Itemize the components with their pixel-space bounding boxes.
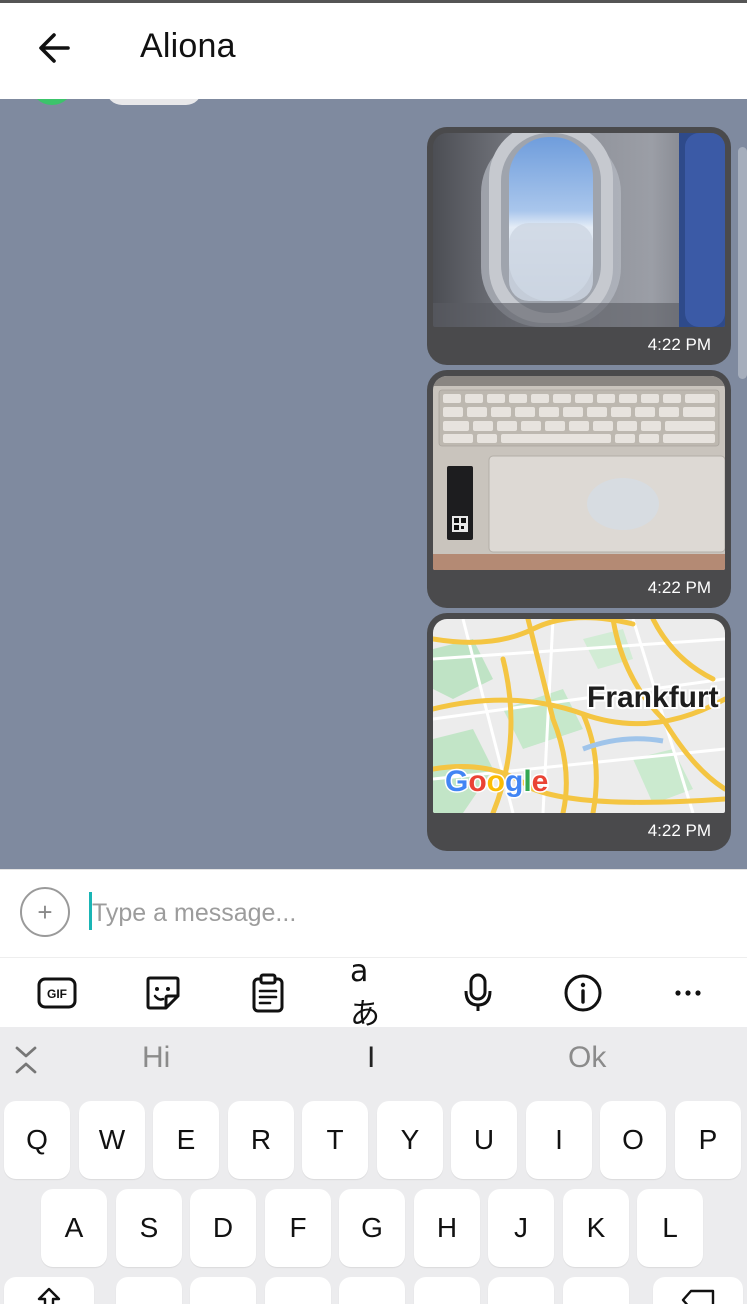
backspace-key[interactable] [653, 1277, 743, 1304]
clipboard-icon [252, 973, 284, 1013]
sticker-icon [146, 976, 180, 1010]
key-r[interactable]: R [228, 1101, 294, 1179]
info-button[interactable] [560, 972, 606, 1014]
collapse-icon [15, 1046, 37, 1074]
key-x[interactable] [190, 1277, 256, 1304]
map-city-label: Frankfurt [587, 681, 719, 714]
key-b[interactable] [414, 1277, 480, 1304]
laptop-photo[interactable] [433, 376, 725, 570]
translate-button[interactable]: aあ [350, 954, 396, 1032]
text-cursor [89, 892, 92, 930]
key-m[interactable] [563, 1277, 629, 1304]
airplane-window-photo[interactable] [433, 133, 725, 327]
clipboard-button[interactable] [245, 972, 291, 1014]
shift-key[interactable] [4, 1277, 94, 1304]
map-message[interactable]: Frankfurt Google 4:22 PM [427, 613, 731, 851]
info-icon [564, 974, 602, 1012]
key-p[interactable]: P [675, 1101, 741, 1179]
avatar [30, 99, 74, 105]
image-message[interactable]: 4:22 PM [427, 127, 731, 365]
key-u[interactable]: U [451, 1101, 517, 1179]
add-attachment-button[interactable]: + [20, 887, 70, 937]
key-k[interactable]: K [563, 1189, 629, 1267]
map-preview[interactable]: Frankfurt Google [433, 619, 725, 813]
key-a[interactable]: A [41, 1189, 107, 1267]
keyboard-toolbar: GIF aあ [0, 954, 747, 1032]
image-message[interactable]: 4:22 PM [427, 370, 731, 608]
keyboard: Q W E R T Y U I O P A S D F G H J K L [0, 1095, 747, 1304]
suggestion-item[interactable]: Hi [142, 1041, 170, 1075]
key-d[interactable]: D [190, 1189, 256, 1267]
key-c[interactable] [265, 1277, 331, 1304]
key-t[interactable]: T [302, 1101, 368, 1179]
key-q[interactable]: Q [4, 1101, 70, 1179]
previous-message-bubble [106, 99, 202, 105]
key-z[interactable] [116, 1277, 182, 1304]
key-y[interactable]: Y [377, 1101, 443, 1179]
plus-icon: + [37, 897, 53, 927]
translate-icon: aあ [350, 953, 380, 1032]
more-horizontal-icon [675, 990, 701, 996]
arrow-left-icon [39, 33, 70, 63]
suggestion-item[interactable]: I [367, 1041, 375, 1075]
key-i[interactable]: I [526, 1101, 592, 1179]
svg-text:Google: Google [445, 765, 548, 798]
backspace-icon [681, 1289, 715, 1304]
message-input[interactable] [88, 888, 708, 938]
back-button[interactable] [26, 23, 82, 73]
key-j[interactable]: J [488, 1189, 554, 1267]
chat-header: Aliona [0, 3, 747, 99]
more-options-button[interactable] [665, 972, 711, 1014]
collapse-suggestions-button[interactable] [10, 1043, 42, 1077]
suggestion-strip: Hi I Ok [0, 1027, 747, 1095]
gif-icon: GIF [37, 977, 77, 1009]
contact-name[interactable]: Aliona [140, 27, 236, 66]
key-s[interactable]: S [116, 1189, 182, 1267]
key-f[interactable]: F [265, 1189, 331, 1267]
key-o[interactable]: O [600, 1101, 666, 1179]
key-l[interactable]: L [637, 1189, 703, 1267]
message-time: 4:22 PM [647, 578, 711, 597]
key-n[interactable] [488, 1277, 554, 1304]
message-time: 4:22 PM [647, 821, 711, 840]
microphone-icon [464, 973, 492, 1011]
key-v[interactable] [339, 1277, 405, 1304]
voice-input-button[interactable] [455, 972, 501, 1014]
key-w[interactable]: W [79, 1101, 145, 1179]
suggestion-item[interactable]: Ok [568, 1041, 606, 1075]
gif-button[interactable]: GIF [34, 972, 80, 1014]
scrollbar[interactable] [738, 147, 747, 379]
svg-text:GIF: GIF [47, 987, 67, 1001]
sticker-button[interactable] [140, 972, 186, 1014]
key-g[interactable]: G [339, 1189, 405, 1267]
shift-icon [37, 1287, 61, 1304]
google-logo: Google [444, 764, 550, 800]
message-list[interactable]: 4:22 PM 4:22 PM Frankfurt Google 4:22 PM [0, 99, 747, 869]
key-e[interactable]: E [153, 1101, 219, 1179]
key-h[interactable]: H [414, 1189, 480, 1267]
composer: + [0, 869, 747, 957]
message-time: 4:22 PM [647, 335, 711, 354]
